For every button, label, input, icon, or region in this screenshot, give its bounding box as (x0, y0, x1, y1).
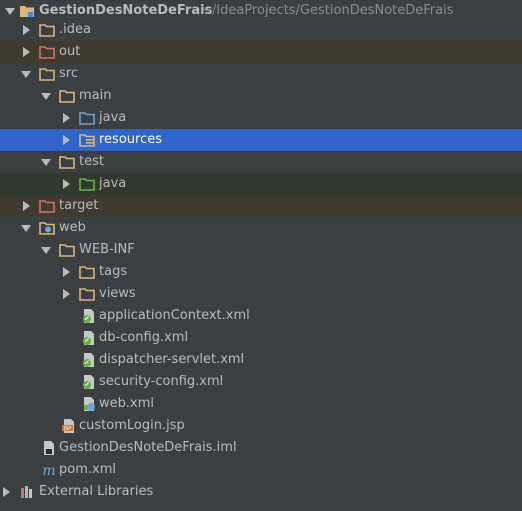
folder-icon (59, 244, 75, 257)
expand-arrow-icon[interactable] (60, 261, 72, 283)
tree-item-label: customLogin.jsp (79, 418, 185, 433)
expand-arrow-icon[interactable] (60, 107, 72, 129)
folder-icon (39, 68, 55, 81)
tree-row-application-context[interactable]: applicationContext.xml (0, 305, 522, 327)
tree-row-dispatcher-servlet[interactable]: dispatcher-servlet.xml (0, 349, 522, 371)
folder-icon (59, 90, 75, 103)
expand-arrow-icon[interactable] (60, 283, 72, 305)
tree-row-external-libraries[interactable]: External Libraries (0, 481, 522, 503)
web-folder-icon (39, 222, 55, 235)
tree-row-main[interactable]: main (0, 85, 522, 107)
folder-icon (79, 288, 95, 301)
tree-row-resources[interactable]: resources (0, 129, 522, 151)
project-tree: GestionDesNoteDeFrais ~/IdeaProjects/Ges… (0, 0, 522, 511)
tree-item-label: security-config.xml (99, 374, 224, 389)
svg-text:m: m (42, 463, 55, 478)
tree-item-label: web (59, 220, 86, 235)
tree-row-db-config[interactable]: db-config.xml (0, 327, 522, 349)
tree-row-test[interactable]: test (0, 151, 522, 173)
tree-item-label: out (59, 44, 81, 59)
tree-item-label: pom.xml (59, 462, 116, 477)
tree-row-test-java[interactable]: java (0, 173, 522, 195)
tree-row-target[interactable]: target (0, 195, 522, 217)
tree-row-custom-login[interactable]: JSP customLogin.jsp (0, 415, 522, 437)
jsp-file-icon: JSP (62, 419, 74, 433)
tree-item-label: WEB-INF (79, 242, 135, 257)
collapse-arrow-icon[interactable] (20, 217, 32, 239)
collapse-arrow-icon[interactable] (20, 63, 32, 85)
expand-arrow-icon[interactable] (60, 129, 72, 151)
expand-arrow-icon[interactable] (20, 19, 32, 41)
tree-row-web-inf[interactable]: WEB-INF (0, 239, 522, 261)
tree-item-label: resources (99, 132, 163, 147)
svg-text:JSP: JSP (63, 426, 72, 432)
tree-item-label: db-config.xml (99, 330, 189, 345)
web-xml-file-icon (84, 397, 95, 411)
tree-item-label: src (59, 66, 78, 81)
tree-item-label: java (99, 176, 127, 191)
tree-row-idea[interactable]: .idea (0, 19, 522, 41)
collapse-arrow-icon[interactable] (40, 85, 52, 107)
excluded-folder-icon (39, 46, 55, 59)
tree-item-label: applicationContext.xml (99, 308, 250, 323)
tree-item-label: External Libraries (39, 484, 154, 499)
maven-file-icon: m (42, 463, 55, 478)
tree-item-label: test (79, 154, 104, 169)
module-folder-icon (20, 6, 34, 17)
tree-row-main-java[interactable]: java (0, 107, 522, 129)
tree-item-label: web.xml (99, 396, 154, 411)
tree-row-iml[interactable]: GestionDesNoteDeFrais.iml (0, 437, 522, 459)
resources-folder-icon (79, 134, 95, 147)
folder-icon (59, 156, 75, 169)
tree-item-label: views (99, 286, 136, 301)
collapse-arrow-icon[interactable] (40, 151, 52, 173)
tree-row-tags[interactable]: tags (0, 261, 522, 283)
tree-item-label: .idea (59, 22, 91, 37)
tree-row-views[interactable]: views (0, 283, 522, 305)
expand-arrow-icon[interactable] (0, 481, 12, 503)
tree-row-web[interactable]: web (0, 217, 522, 239)
tree-row-src[interactable]: src (0, 63, 522, 85)
folder-icon (79, 266, 95, 279)
libraries-icon (21, 486, 32, 498)
spring-xml-file-icon (83, 331, 94, 345)
tree-item-label: tags (99, 264, 128, 279)
tree-row-web-xml[interactable]: web.xml (0, 393, 522, 415)
expand-arrow-icon[interactable] (20, 41, 32, 63)
excluded-folder-icon (39, 200, 55, 213)
test-source-folder-icon (79, 178, 95, 191)
tree-row-out[interactable]: out (0, 41, 522, 63)
expand-arrow-icon[interactable] (60, 173, 72, 195)
tree-item-label: target (59, 198, 99, 213)
tree-row-security-config[interactable]: security-config.xml (0, 371, 522, 393)
tree-item-label: main (79, 88, 112, 103)
source-folder-icon (79, 112, 95, 125)
tree-item-label: GestionDesNoteDeFrais.iml (59, 440, 237, 455)
tree-item-label: java (99, 110, 127, 125)
spring-xml-file-icon (83, 375, 94, 389)
tree-item-label: dispatcher-servlet.xml (99, 352, 245, 367)
spring-xml-file-icon (83, 309, 94, 323)
collapse-arrow-icon[interactable] (40, 239, 52, 261)
folder-icon (39, 24, 55, 37)
spring-xml-file-icon (83, 353, 94, 367)
iml-file-icon (44, 441, 54, 455)
expand-arrow-icon[interactable] (20, 195, 32, 217)
tree-row-pom[interactable]: m pom.xml (0, 459, 522, 481)
